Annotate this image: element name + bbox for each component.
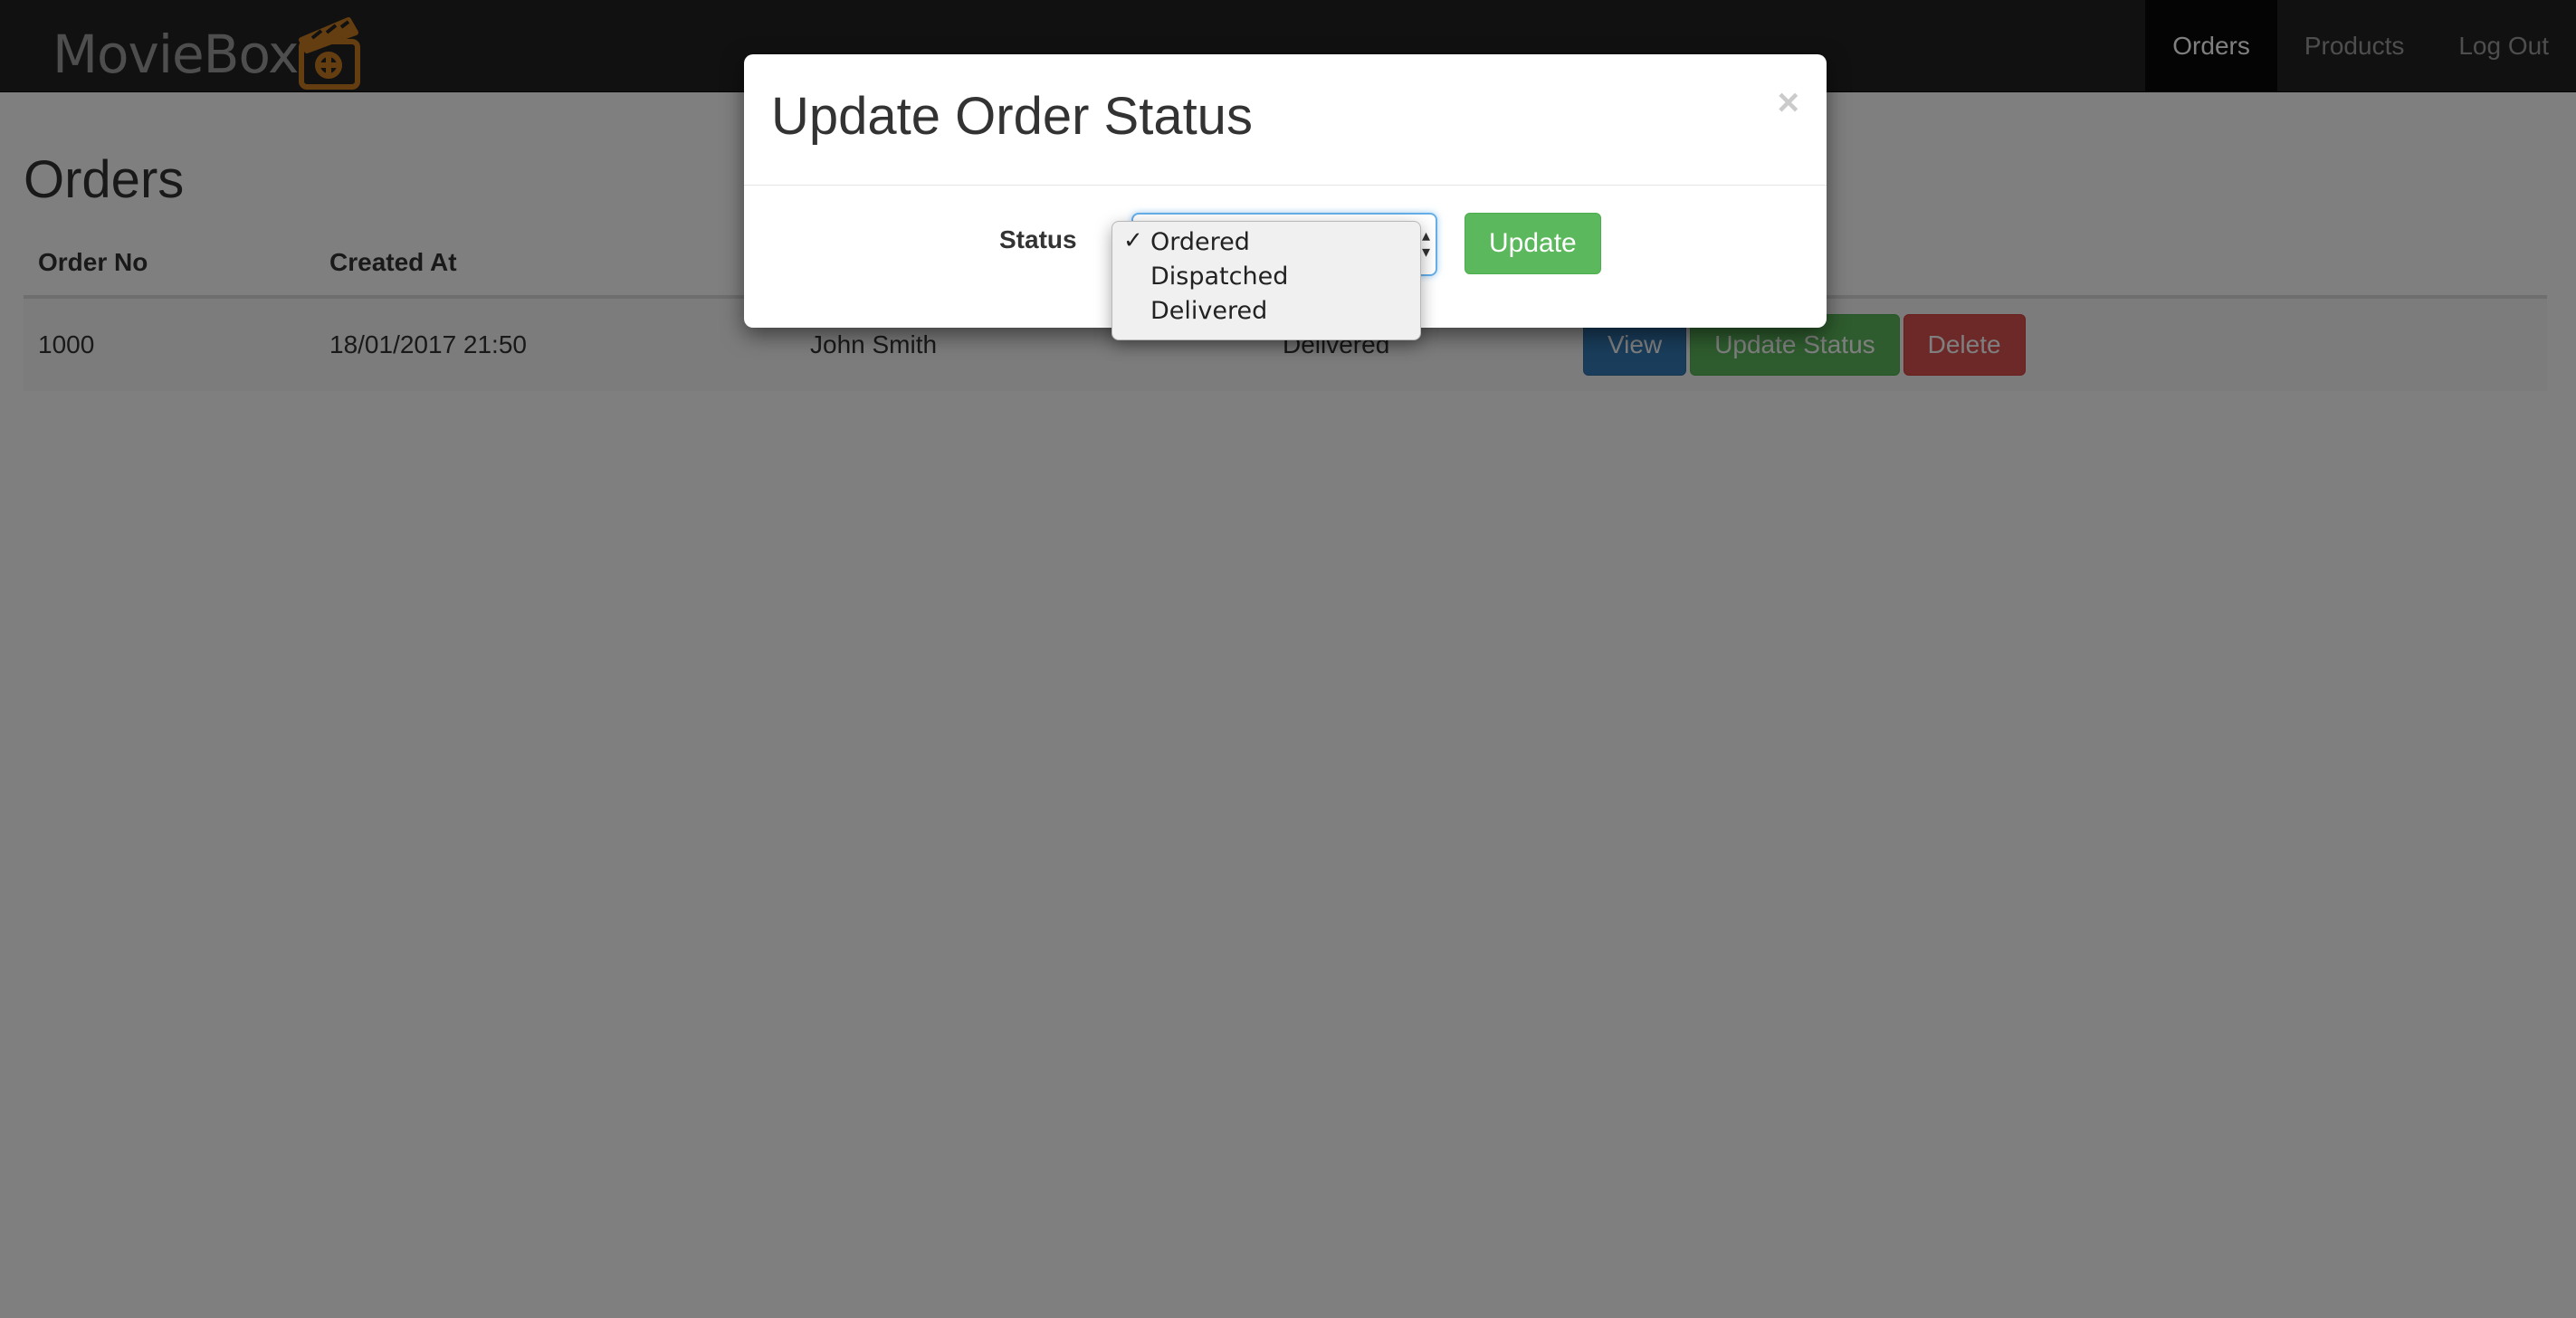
update-button[interactable]: Update xyxy=(1465,213,1601,274)
status-option-delivered[interactable]: Delivered xyxy=(1150,294,1267,329)
modal-title: Update Order Status xyxy=(771,87,1253,146)
status-option-ordered[interactable]: Ordered xyxy=(1150,225,1250,260)
status-dropdown-list: ✓ Ordered Dispatched Delivered xyxy=(1111,221,1421,340)
status-option-dispatched[interactable]: Dispatched xyxy=(1150,260,1288,294)
close-icon[interactable]: × xyxy=(1777,83,1799,121)
status-label: Status xyxy=(999,225,1077,253)
modal-header: Update Order Status × xyxy=(744,54,1827,186)
select-arrows-icon: ▴ ▾ xyxy=(1421,226,1430,261)
checkmark-icon: ✓ xyxy=(1123,227,1143,254)
